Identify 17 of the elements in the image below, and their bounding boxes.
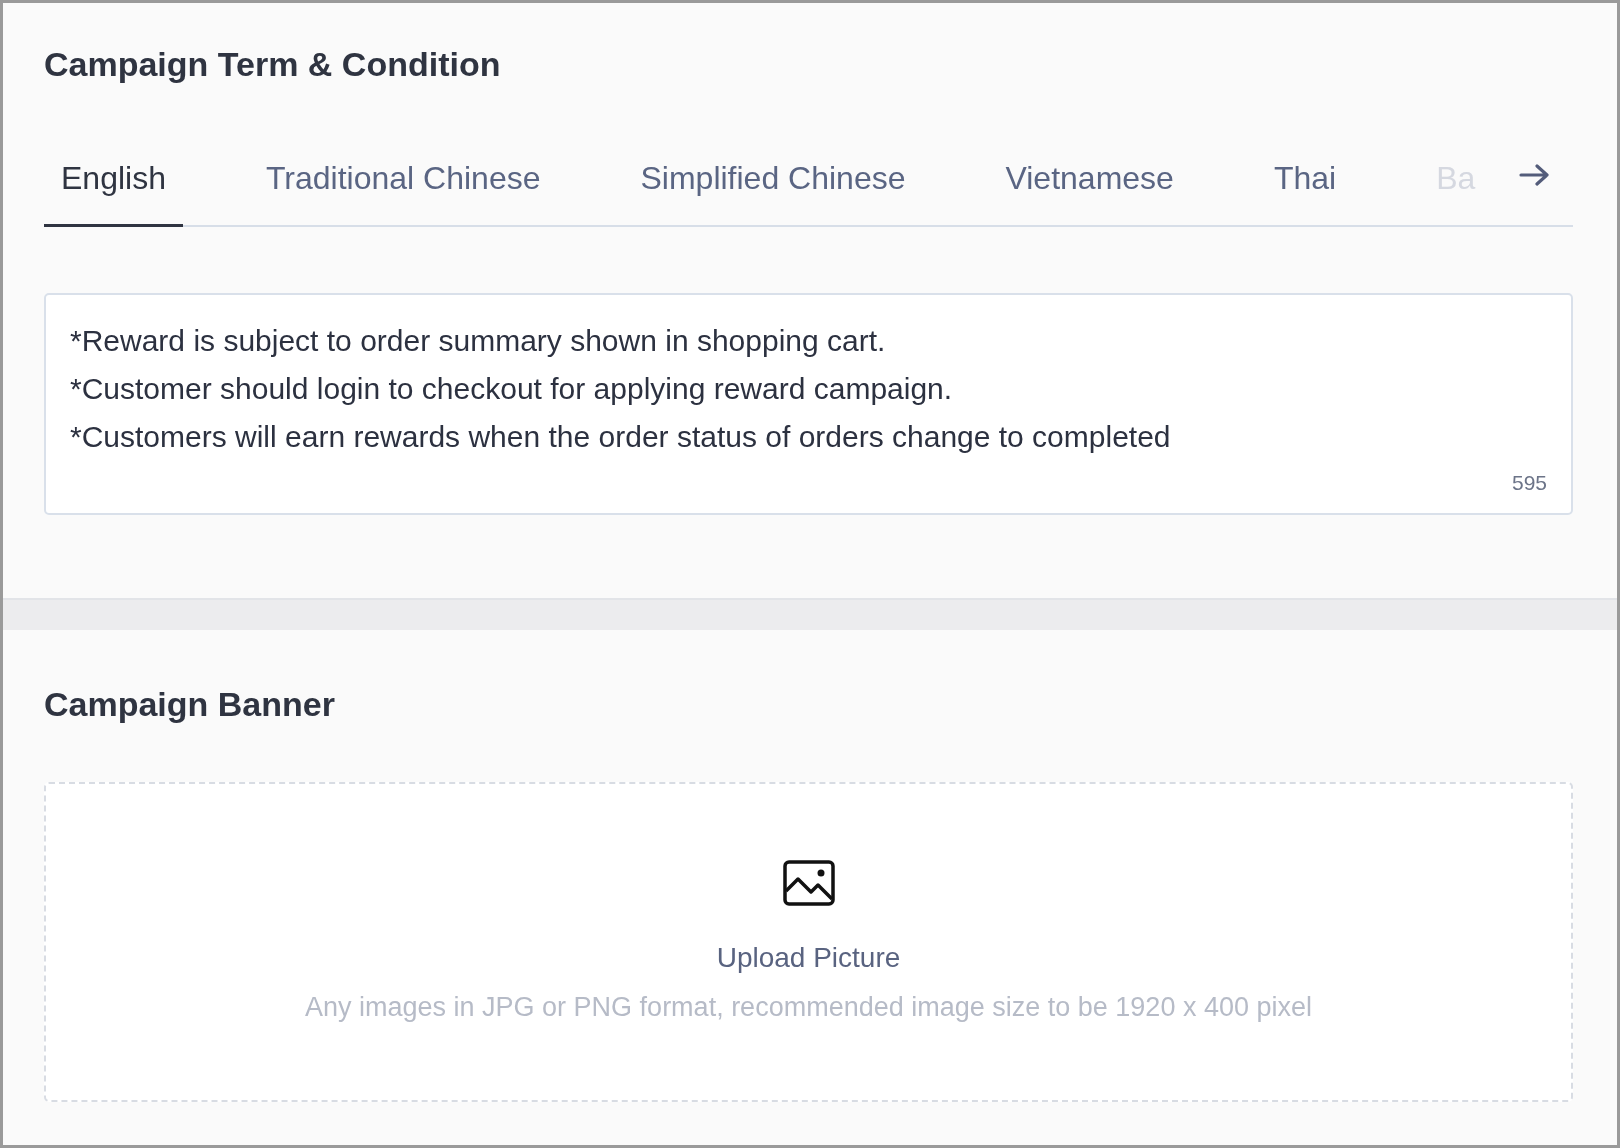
image-icon (782, 860, 835, 906)
section-title: Campaign Term & Condition (44, 44, 502, 84)
character-counter: 595 (1511, 471, 1547, 495)
upload-label: Upload Picture (716, 942, 901, 974)
terms-textarea[interactable] (44, 293, 1573, 515)
upload-hint: Any images in JPG or PNG format, recommended image size to be 1920 x 400 pixel (305, 992, 1312, 1023)
terms-line: *Customer should login to checkout for applying reward campaign. (70, 371, 954, 407)
language-tab[interactable]: Simplified Chinese (623, 146, 923, 227)
terms-line: *Reward is subject to order summary shown in shopping cart. (70, 323, 887, 359)
language-tab[interactable]: Traditional Chinese (248, 146, 558, 227)
upload-dropzone[interactable]: Upload Picture Any images in JPG or PNG format, recommended image size to be 1920 x 400 pixel (44, 782, 1573, 1102)
arrow-right-icon[interactable] (1519, 163, 1551, 187)
section-title: Campaign Banner (44, 684, 336, 724)
language-tab[interactable]: Thai (1256, 146, 1354, 227)
language-tab[interactable]: Vietnamese (988, 146, 1191, 227)
terms-line: *Customers will earn rewards when the order status of orders change to completed (70, 419, 1172, 455)
language-tab[interactable]: English (44, 146, 183, 227)
